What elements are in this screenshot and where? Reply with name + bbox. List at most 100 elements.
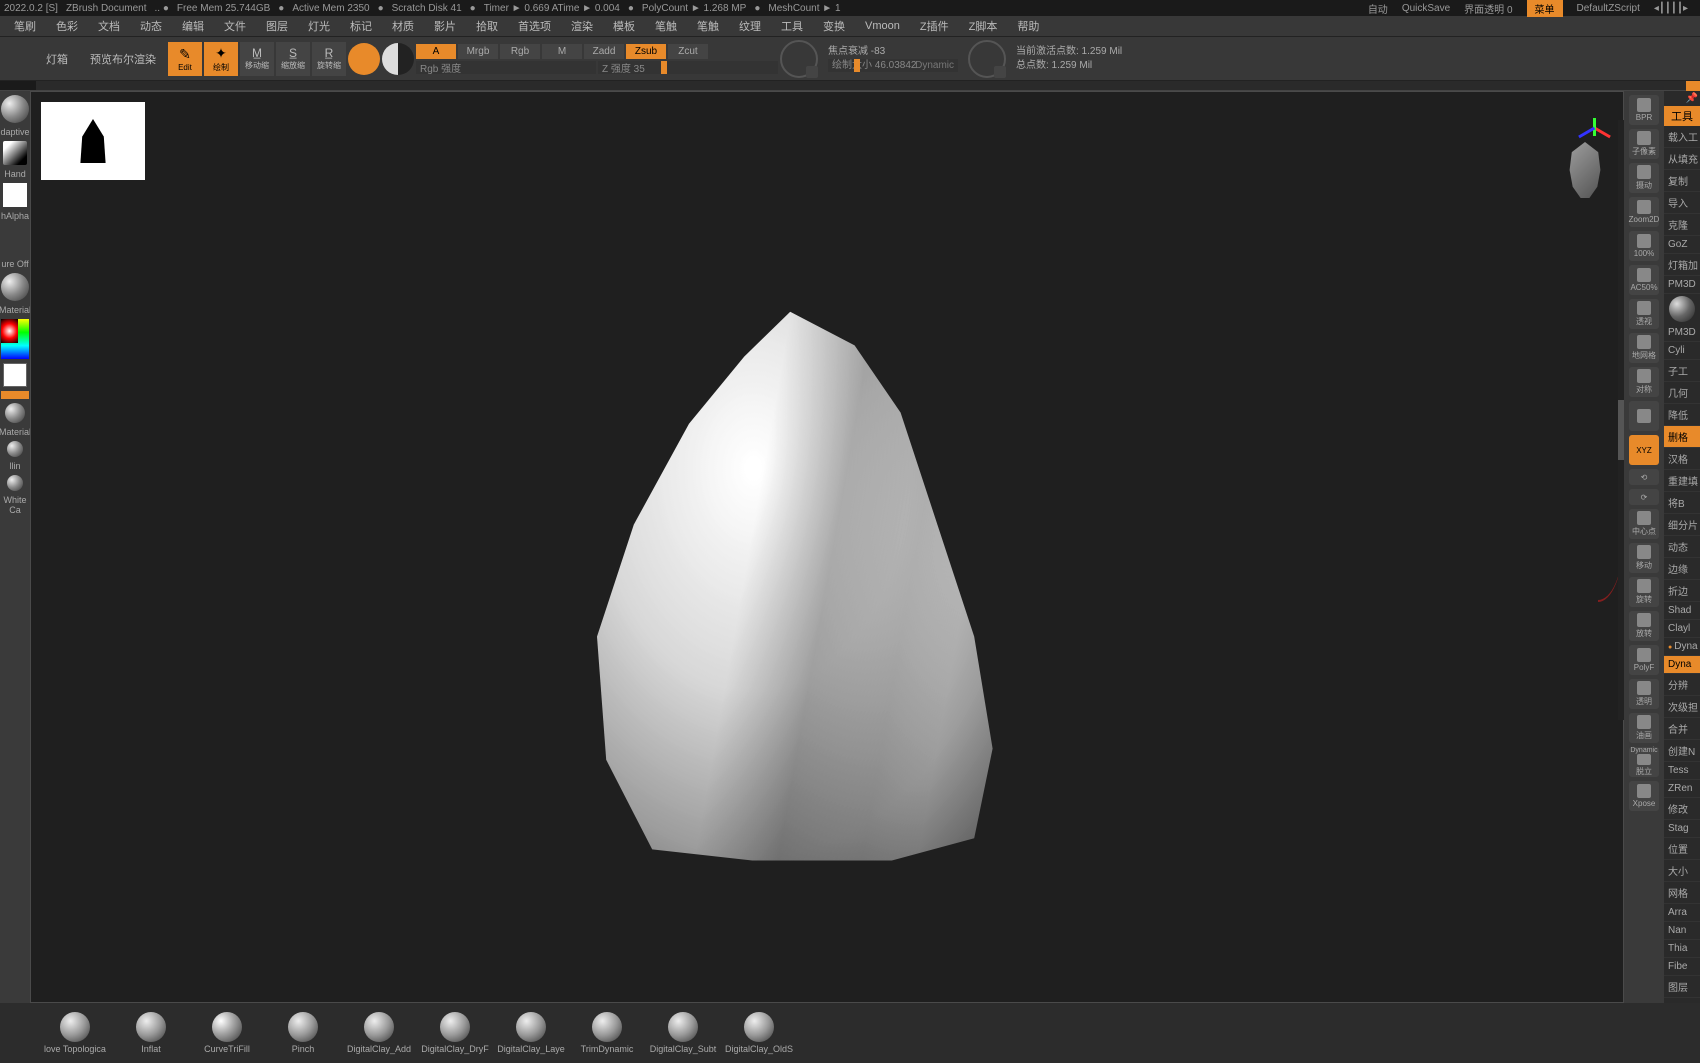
draw-size-slider[interactable]: 绘制大小 46.03842Dynamic: [828, 59, 958, 72]
menu-transform[interactable]: 变换: [813, 16, 855, 36]
sculpt-mesh[interactable]: [569, 301, 1029, 861]
actual-size-button[interactable]: 100%: [1629, 231, 1659, 261]
switch-color-button[interactable]: [1, 391, 29, 399]
rotate-mode-button[interactable]: R̲旋转缩: [312, 42, 346, 76]
menu-texture[interactable]: 纹理: [729, 16, 771, 36]
rot-z-button[interactable]: ⟳: [1629, 489, 1659, 505]
tool-header[interactable]: 工具: [1664, 106, 1700, 126]
gizmo-button[interactable]: [348, 43, 380, 75]
menu-document[interactable]: 文档: [88, 16, 130, 36]
persp-button[interactable]: 透视: [1629, 299, 1659, 329]
tool-item[interactable]: Tess: [1664, 762, 1700, 780]
tool-item[interactable]: 位置: [1664, 838, 1700, 860]
menu-file[interactable]: 文件: [214, 16, 256, 36]
tool-item[interactable]: Fibe: [1664, 958, 1700, 976]
pinch-slot-icon[interactable]: [7, 441, 23, 457]
alpha-thumb-icon[interactable]: [3, 183, 27, 207]
focal-shift-value[interactable]: 焦点衰减 -83: [828, 45, 958, 59]
menu-zplugin[interactable]: Z插件: [910, 16, 959, 36]
tool-item[interactable]: 克隆: [1664, 214, 1700, 236]
pin-icon[interactable]: 📌: [1686, 93, 1698, 104]
tool-item[interactable]: Thia: [1664, 940, 1700, 958]
lightbox-button[interactable]: 灯箱: [36, 47, 78, 71]
tool-item[interactable]: 边缘: [1664, 558, 1700, 580]
brush-digitalclay-dryf[interactable]: DigitalClay_DryF: [420, 1012, 490, 1054]
menu-picker[interactable]: 拾取: [466, 16, 508, 36]
menu-dynamic[interactable]: 动态: [130, 16, 172, 36]
tool-item[interactable]: 载入工: [1664, 126, 1700, 148]
tool-item[interactable]: Dyna: [1664, 656, 1700, 674]
sculptris-button[interactable]: [382, 43, 414, 75]
floor-button[interactable]: 地网格: [1629, 333, 1659, 363]
tool-item[interactable]: Stag: [1664, 820, 1700, 838]
bpr-button[interactable]: BPR: [1629, 95, 1659, 125]
color-swatch[interactable]: [3, 363, 27, 387]
tool-item[interactable]: Nan: [1664, 922, 1700, 940]
menu-material[interactable]: 材质: [382, 16, 424, 36]
menu-stroke2[interactable]: 笔触: [687, 16, 729, 36]
tool-item[interactable]: 网格: [1664, 882, 1700, 904]
tool-item[interactable]: 删格: [1664, 426, 1700, 448]
tool-item[interactable]: ZRen: [1664, 780, 1700, 798]
menu-button[interactable]: 菜单: [1527, 0, 1563, 17]
dynamic-cam-button[interactable]: Dynamic脱立: [1629, 747, 1659, 777]
lock-button[interactable]: [1629, 401, 1659, 431]
menu-edit[interactable]: 编辑: [172, 16, 214, 36]
rgb-intensity-slider[interactable]: Rgb 强度: [416, 61, 596, 74]
transp-button[interactable]: 透明: [1629, 679, 1659, 709]
zcut-button[interactable]: Zcut: [668, 44, 708, 59]
tool-item[interactable]: 几何: [1664, 382, 1700, 404]
tool-preview-icon[interactable]: [1669, 296, 1695, 322]
timeline-ruler[interactable]: [0, 81, 1700, 91]
tool-item[interactable]: Clayl: [1664, 620, 1700, 638]
polyf-button[interactable]: PolyF: [1629, 645, 1659, 675]
tool-item[interactable]: Shad: [1664, 602, 1700, 620]
edit-mode-button[interactable]: ✎Edit: [168, 42, 202, 76]
move-view-button[interactable]: 移动: [1629, 543, 1659, 573]
menu-help[interactable]: 帮助: [1007, 16, 1049, 36]
zsub-button[interactable]: Zsub: [626, 44, 666, 59]
center-button[interactable]: 中心点: [1629, 509, 1659, 539]
tool-item[interactable]: 复制: [1664, 170, 1700, 192]
menu-marker[interactable]: 标记: [340, 16, 382, 36]
tool-item[interactable]: PM3D: [1664, 276, 1700, 294]
menu-prefs[interactable]: 首选项: [508, 16, 561, 36]
menu-color[interactable]: 色彩: [46, 16, 88, 36]
subpixel-button[interactable]: 子像素: [1629, 129, 1659, 159]
aahalf-button[interactable]: AC50%: [1629, 265, 1659, 295]
brush-inflat[interactable]: Inflat: [116, 1012, 186, 1054]
brush-curvetrifill[interactable]: CurveTriFill: [192, 1012, 262, 1054]
tool-item[interactable]: 次级担: [1664, 696, 1700, 718]
stroke-icon[interactable]: [3, 141, 27, 165]
viewport-canvas[interactable]: [30, 91, 1624, 1003]
tool-item[interactable]: 细分片: [1664, 514, 1700, 536]
rotate-view-button[interactable]: 旋转: [1629, 577, 1659, 607]
menu-stroke[interactable]: 笔触: [645, 16, 687, 36]
tool-item[interactable]: 修改: [1664, 798, 1700, 820]
xpose-button[interactable]: Xpose: [1629, 781, 1659, 811]
tool-item[interactable]: Arra: [1664, 904, 1700, 922]
focal-shift-dial[interactable]: [780, 40, 818, 78]
tool-item[interactable]: 合并: [1664, 718, 1700, 740]
brush-trimdynamic[interactable]: TrimDynamic: [572, 1012, 642, 1054]
zadd-button[interactable]: Zadd: [584, 44, 624, 59]
layout-icons[interactable]: ◂┃┃┃┃▸: [1654, 3, 1688, 14]
menu-tool[interactable]: 工具: [771, 16, 813, 36]
draw-size-dial[interactable]: [968, 40, 1006, 78]
tool-item[interactable]: PM3D: [1664, 324, 1700, 342]
menu-zscript[interactable]: Z脚本: [959, 16, 1008, 36]
tool-item[interactable]: 将B: [1664, 492, 1700, 514]
menu-layer[interactable]: 图层: [256, 16, 298, 36]
a-button[interactable]: A: [416, 44, 456, 59]
tool-item[interactable]: 动态: [1664, 536, 1700, 558]
zscript-button[interactable]: DefaultZScript: [1577, 3, 1640, 14]
tool-item[interactable]: 导入: [1664, 192, 1700, 214]
brush-move-topological[interactable]: love Topologica: [40, 1012, 110, 1054]
zoom2d-button[interactable]: Zoom2D: [1629, 197, 1659, 227]
quicksave-button[interactable]: QuickSave: [1402, 3, 1450, 14]
m-button[interactable]: M: [542, 44, 582, 59]
tool-item[interactable]: 重建填: [1664, 470, 1700, 492]
xyz-button[interactable]: XYZ: [1629, 435, 1659, 465]
material-preview-icon[interactable]: [1, 273, 29, 301]
tool-item[interactable]: 从填充: [1664, 148, 1700, 170]
